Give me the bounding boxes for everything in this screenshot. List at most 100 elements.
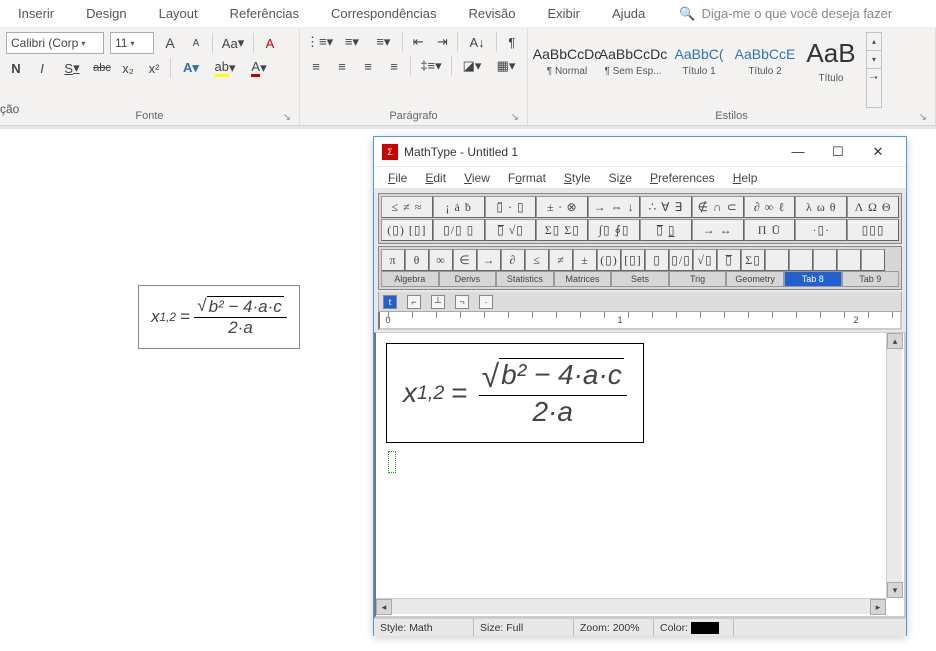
palette-cell[interactable]: ∫▯ ∮▯ [588, 219, 640, 241]
dialog-launcher-icon[interactable]: ↘ [919, 112, 927, 123]
palette-cell[interactable]: [▯] [621, 249, 645, 271]
tab-referencias[interactable]: Referências [214, 0, 315, 27]
text-effects-button[interactable]: A▾ [177, 58, 205, 78]
mathtype-canvas[interactable]: x1,2 = √b² − 4·a·c 2·a ▴ ▾ ◂ ▸ [374, 332, 906, 618]
horizontal-scrollbar[interactable]: ◂ ▸ [376, 598, 886, 614]
justify-button[interactable]: ≡ [384, 56, 404, 76]
equation-object[interactable]: x1,2 = √b² − 4·a·c 2·a [138, 285, 300, 349]
palette-cell[interactable]: ∞ [429, 249, 453, 271]
mathtype-equation[interactable]: x1,2 = √b² − 4·a·c 2·a [386, 343, 644, 443]
palette-cell[interactable]: ▯̅ ▯̲ [640, 219, 692, 241]
palette-cell[interactable]: ≤ ≠ ≈ [381, 196, 433, 218]
palette-cell[interactable] [765, 249, 789, 271]
align-left-button[interactable]: ≡ [306, 56, 326, 76]
style-normal[interactable]: AaBbCcDc¶ Normal [534, 32, 600, 90]
palette-cell[interactable]: ▯ [645, 249, 669, 271]
palette-cell[interactable]: ≠ [549, 249, 573, 271]
palette-cell[interactable]: λ ω θ [795, 196, 847, 218]
vertical-scrollbar[interactable]: ▴ ▾ [886, 333, 902, 598]
menu-view[interactable]: View [456, 169, 498, 187]
menu-format[interactable]: Format [500, 169, 554, 187]
grow-font-button[interactable]: A [160, 33, 180, 53]
shading-button[interactable]: ◪▾ [458, 56, 486, 76]
palette-cell[interactable]: Σ▯ [741, 249, 765, 271]
palette-cell[interactable] [861, 249, 885, 271]
font-name-combo[interactable]: Calibri (Corp▾ [6, 32, 104, 54]
palette-cell[interactable]: → [477, 249, 501, 271]
tab-ajuda[interactable]: Ajuda [596, 0, 661, 27]
palette-cell[interactable]: Π Ū [744, 219, 796, 241]
scroll-right-icon[interactable]: ▸ [870, 599, 886, 615]
style-title[interactable]: AaBTítulo [798, 32, 864, 90]
palette-cell[interactable]: ·▯· [795, 219, 847, 241]
strike-button[interactable]: abc [92, 58, 112, 78]
sort-button[interactable]: A↓ [464, 32, 490, 52]
multilevel-button[interactable]: ≡▾ [371, 32, 397, 52]
menu-style[interactable]: Style [556, 169, 599, 187]
superscript-button[interactable]: x² [144, 58, 164, 78]
tabstop-center-icon[interactable]: ┴ [431, 295, 445, 309]
palette-cell[interactable]: θ [405, 249, 429, 271]
maximize-button[interactable]: ☐ [818, 137, 858, 167]
palette-cell[interactable]: ▯̈ · ▯ [485, 196, 537, 218]
highlight-button[interactable]: ab▾ [211, 58, 239, 78]
tab-exibir[interactable]: Exibir [532, 0, 597, 27]
palette-cell[interactable]: → ↔ [692, 219, 744, 241]
template-tab[interactable]: Geometry [726, 271, 784, 287]
tab-correspondencias[interactable]: Correspondências [315, 0, 453, 27]
align-right-button[interactable]: ≡ [358, 56, 378, 76]
menu-preferences[interactable]: Preferences [642, 169, 723, 187]
style-no-spacing[interactable]: AaBbCcDc¶ Sem Esp... [600, 32, 666, 90]
palette-cell[interactable] [813, 249, 837, 271]
font-color-button[interactable]: A▾ [245, 58, 273, 78]
template-tab[interactable]: Tab 8 [784, 271, 842, 287]
template-tab[interactable]: Sets [611, 271, 669, 287]
scroll-down-icon[interactable]: ▾ [887, 582, 903, 598]
style-heading1[interactable]: AaBbC(Título 1 [666, 32, 732, 90]
clear-format-button[interactable]: A [260, 33, 280, 53]
borders-button[interactable]: ▦▾ [492, 56, 520, 76]
template-tab[interactable]: Tab 9 [842, 271, 900, 287]
tabstop-right-icon[interactable]: ¬ [455, 295, 469, 309]
shrink-font-button[interactable]: A [186, 33, 206, 53]
palette-cell[interactable]: π [381, 249, 405, 271]
tell-me-search[interactable]: 🔍 Diga-me o que você deseja fazer [679, 6, 892, 22]
palette-cell[interactable]: ▯̅ [717, 249, 741, 271]
styles-up-button[interactable]: ▴ [867, 33, 881, 51]
palette-cell[interactable]: ∉ ∩ ⊂ [692, 196, 744, 218]
style-heading2[interactable]: AaBbCcETítulo 2 [732, 32, 798, 90]
subscript-button[interactable]: x₂ [118, 58, 138, 78]
palette-cell[interactable]: ∂ [501, 249, 525, 271]
tabstop-left-icon[interactable]: ⌐ [407, 295, 421, 309]
palette-cell[interactable]: √▯ [693, 249, 717, 271]
template-tab[interactable]: Derivs [439, 271, 497, 287]
palette-cell[interactable]: ¡ ȧ ḃ [433, 196, 485, 218]
minimize-button[interactable]: — [778, 137, 818, 167]
tab-layout[interactable]: Layout [143, 0, 214, 27]
tab-design[interactable]: Design [70, 0, 142, 27]
close-button[interactable]: ✕ [858, 137, 898, 167]
menu-edit[interactable]: Edit [417, 169, 454, 187]
menu-help[interactable]: Help [725, 169, 766, 187]
align-center-button[interactable]: ≡ [332, 56, 352, 76]
ruler[interactable]: 0 1 2 [378, 312, 902, 330]
palette-cell[interactable]: ∂ ∞ ℓ [744, 196, 796, 218]
italic-button[interactable]: I [32, 58, 52, 78]
tab-indicator-icon[interactable]: t [383, 295, 397, 309]
bold-button[interactable]: N [6, 58, 26, 78]
styles-more-button[interactable]: ⎯▾ [867, 69, 881, 87]
template-tab[interactable]: Statistics [496, 271, 554, 287]
menu-size[interactable]: Size [601, 169, 640, 187]
palette-cell[interactable]: ▯/▯ ▯ [433, 219, 485, 241]
menu-file[interactable]: File [380, 169, 415, 187]
decrease-indent-button[interactable]: ⇤ [409, 32, 427, 52]
template-tab[interactable]: Matrices [554, 271, 612, 287]
palette-cell[interactable]: (▯) [▯] [381, 219, 433, 241]
scroll-up-icon[interactable]: ▴ [887, 333, 903, 349]
scroll-left-icon[interactable]: ◂ [376, 599, 392, 615]
tab-inserir[interactable]: Inserir [2, 0, 70, 27]
palette-cell[interactable]: ± [573, 249, 597, 271]
palette-cell[interactable]: ▯/▯ [669, 249, 693, 271]
font-size-combo[interactable]: 11▾ [110, 32, 154, 54]
titlebar[interactable]: Σ MathType - Untitled 1 — ☐ ✕ [374, 137, 906, 167]
